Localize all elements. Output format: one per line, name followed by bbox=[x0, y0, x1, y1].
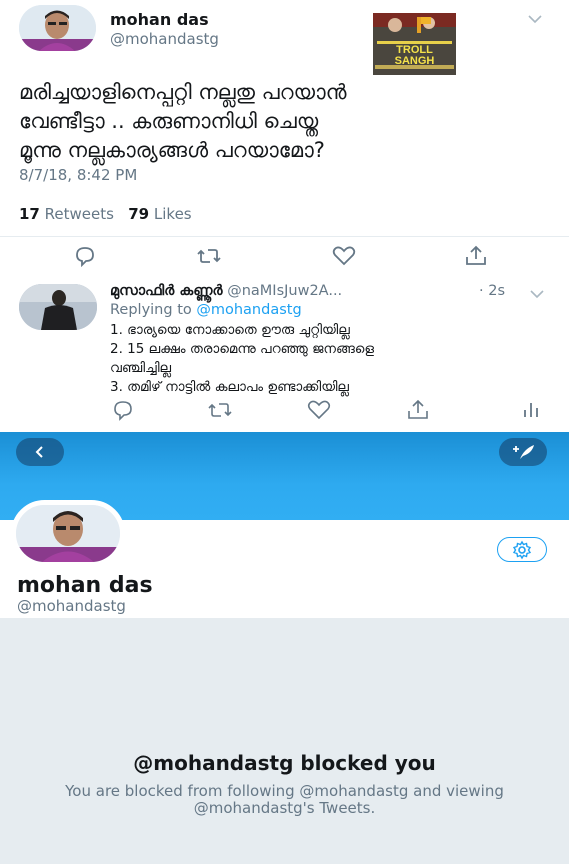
reply-text-line: വഞ്ചിച്ചില്ല bbox=[110, 360, 172, 376]
troll-sangh-thumbnail[interactable]: TROLL SANGH bbox=[373, 13, 456, 75]
tweet-timestamp: 8/7/18, 8:42 PM bbox=[19, 166, 138, 184]
reply-text-line: 3. തമിഴ് നാട്ടിൽ കലാപം ഉണ്ടാക്കിയില്ല bbox=[110, 379, 349, 395]
likes-count[interactable]: 79 bbox=[128, 205, 149, 223]
reply-share-icon[interactable] bbox=[405, 399, 431, 421]
tweet-actions bbox=[0, 236, 569, 272]
tweet-text-line: വേണ്ടീട്ടാ .. കരുണാനിധി ചെയ്ത bbox=[19, 109, 319, 133]
retweets-count[interactable]: 17 bbox=[19, 205, 40, 223]
reply-author-name[interactable]: മുസാഫിർ കണ്ണൂർ bbox=[110, 283, 223, 299]
tweet-stats: 17 Retweets 79 Likes bbox=[19, 205, 192, 223]
tweet-text: മരിച്ചയാളിനെപ്പറ്റി നല്ലതു പറയാൻ വേണ്ടീട… bbox=[19, 78, 539, 165]
likes-label[interactable]: Likes bbox=[154, 205, 192, 223]
main-tweet: mohan das @mohandastg TROLL SANGH മരിച്ച… bbox=[0, 0, 569, 272]
reply-text: 1. ഭാര്യയെ നോക്കാതെ ഊരു ചുറ്റിയില്ല 2. 1… bbox=[110, 321, 550, 397]
author-avatar[interactable] bbox=[19, 5, 96, 51]
thumbnail-text: TROLL SANGH bbox=[394, 44, 435, 67]
tweet-options-chevron-icon[interactable] bbox=[528, 13, 542, 27]
profile-handle: @mohandastg bbox=[17, 597, 126, 615]
reply-reply-icon[interactable] bbox=[110, 399, 136, 421]
profile-avatar[interactable] bbox=[11, 500, 125, 567]
tweet-text-line: മൂന്നു നല്ലകാര്യങ്ങൾ പറയാമോ? bbox=[19, 138, 325, 162]
share-icon[interactable] bbox=[463, 245, 489, 267]
blocked-title: @mohandastg blocked you bbox=[133, 751, 436, 775]
reply-text-line: 2. 15 ലക്ഷം തരാമെന്നു പറഞ്ഞു ജനങ്ങളെ bbox=[110, 341, 375, 357]
blocked-notice: @mohandastg blocked you You are blocked … bbox=[0, 618, 569, 864]
author-handle[interactable]: @mohandastg bbox=[110, 30, 219, 48]
reply-header: മുസാഫിർ കണ്ണൂർ @naMIsJuw2A... bbox=[110, 283, 342, 299]
reply-time: · 2s bbox=[479, 283, 505, 299]
retweets-label[interactable]: Retweets bbox=[45, 205, 114, 223]
reply-text-line: 1. ഭാര്യയെ നോക്കാതെ ഊരു ചുറ്റിയില്ല bbox=[110, 322, 350, 338]
back-button[interactable] bbox=[16, 438, 64, 466]
author-name[interactable]: mohan das bbox=[110, 10, 209, 29]
compose-tweet-button[interactable] bbox=[499, 438, 547, 466]
replying-to: Replying to @mohandastg bbox=[110, 302, 302, 318]
analytics-icon[interactable] bbox=[518, 399, 544, 421]
reply-actions bbox=[0, 399, 569, 429]
replying-to-prefix: Replying to bbox=[110, 302, 192, 318]
settings-button[interactable] bbox=[497, 537, 547, 562]
reply-like-heart-icon[interactable] bbox=[306, 399, 332, 421]
replying-to-handle[interactable]: @mohandastg bbox=[196, 302, 301, 318]
reply-author-avatar[interactable] bbox=[19, 284, 97, 330]
reply-tweet: മുസാഫിർ കണ്ണൂർ @naMIsJuw2A... · 2s Reply… bbox=[0, 275, 569, 432]
back-arrow-icon bbox=[35, 446, 43, 458]
compose-feather-icon bbox=[513, 445, 534, 459]
reply-options-chevron-icon[interactable] bbox=[530, 288, 544, 302]
blocked-description: You are blocked from following @mohandas… bbox=[65, 782, 504, 817]
reply-author-handle[interactable]: @naMIsJuw2A... bbox=[227, 283, 342, 299]
gear-icon bbox=[512, 540, 532, 559]
retweet-icon[interactable] bbox=[196, 245, 222, 267]
reply-retweet-icon[interactable] bbox=[207, 399, 233, 421]
tweet-text-line: മരിച്ചയാളിനെപ്പറ്റി നല്ലതു പറയാൻ bbox=[19, 80, 347, 104]
reply-icon[interactable] bbox=[72, 245, 98, 267]
like-heart-icon[interactable] bbox=[331, 245, 357, 267]
profile-name: mohan das bbox=[17, 573, 153, 598]
